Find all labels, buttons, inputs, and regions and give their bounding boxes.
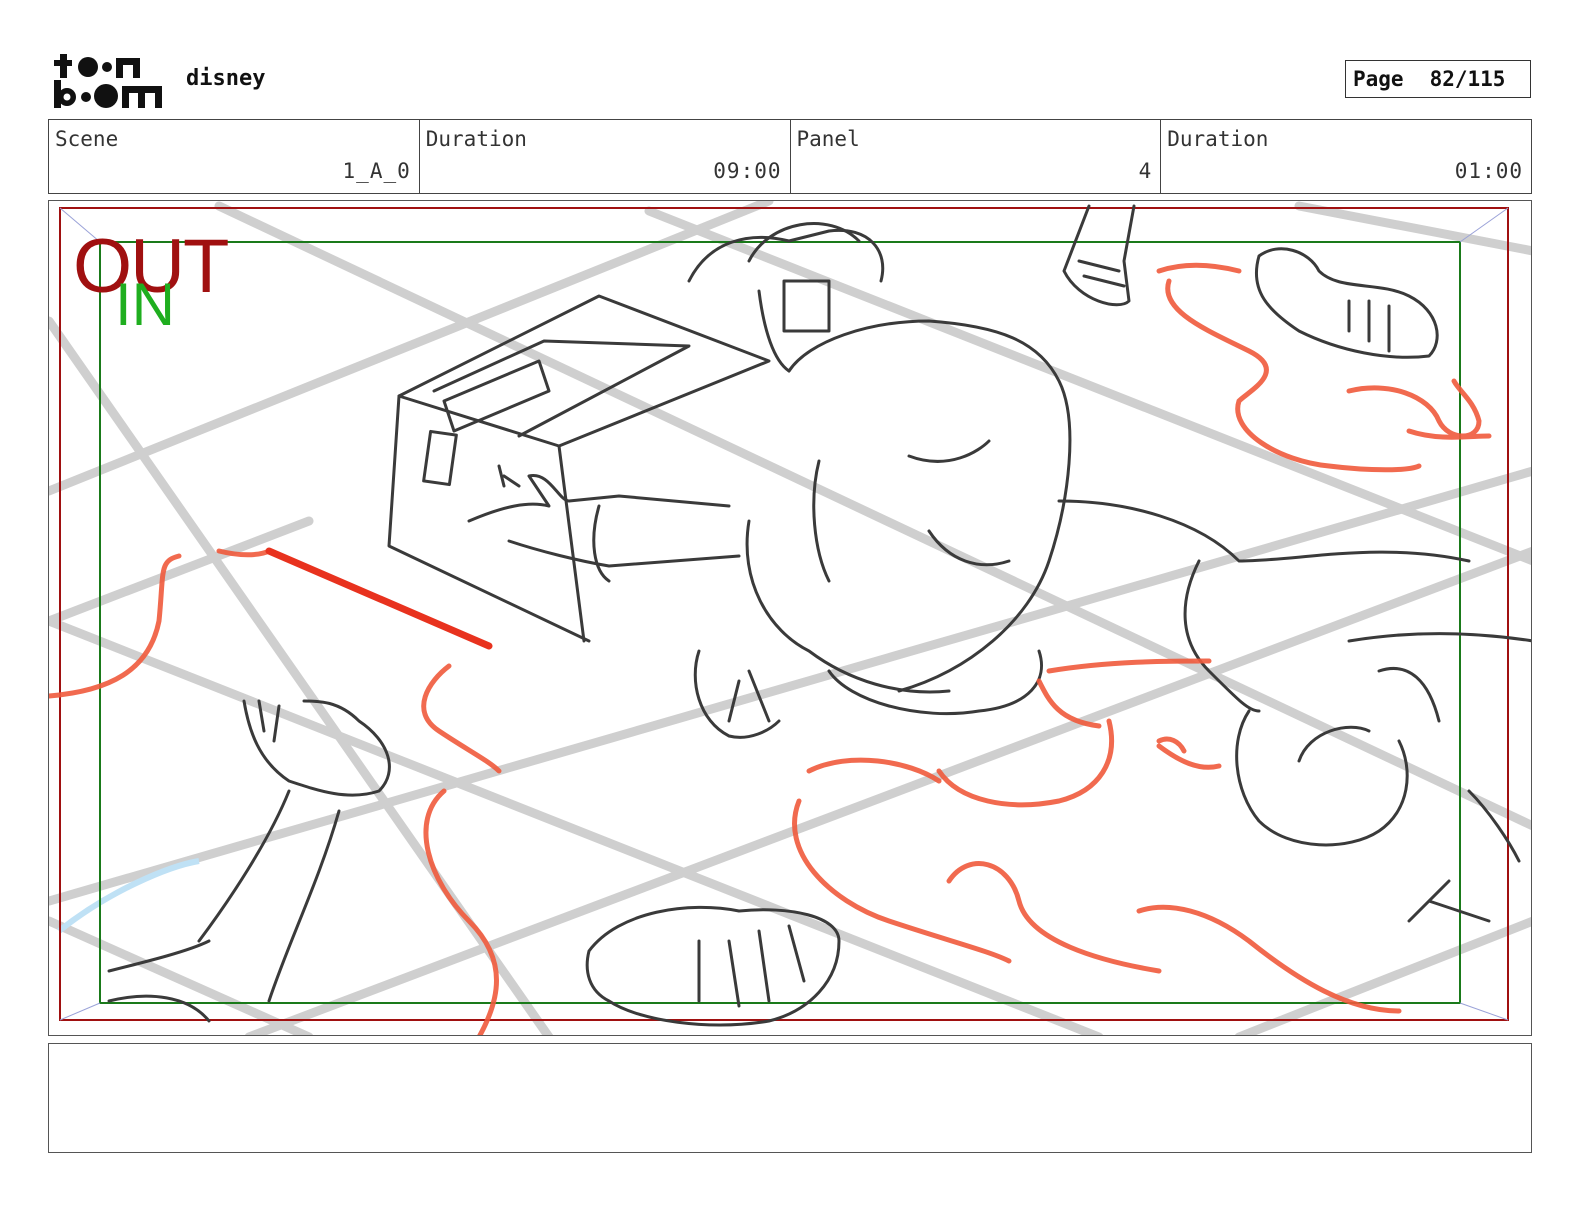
toon-boom-logo: [50, 50, 166, 112]
scene-duration-cell: Duration 09:00: [420, 120, 791, 193]
scene-cell: Scene 1_A_0: [49, 120, 420, 193]
panel-duration-cell: Duration 01:00: [1161, 120, 1531, 193]
panel-duration-label: Duration: [1167, 127, 1269, 151]
project-name: disney: [186, 66, 266, 91]
storyboard-panel: OUT IN: [48, 200, 1532, 1036]
page-number: 82/115: [1429, 67, 1506, 91]
panel-sketch: [49, 201, 1531, 1035]
panel-cell: Panel 4: [791, 120, 1162, 193]
storyboard-info-table: Scene 1_A_0 Duration 09:00 Panel 4 Durat…: [48, 119, 1532, 194]
panel-notes-box[interactable]: [48, 1043, 1532, 1153]
page-label: Page: [1353, 67, 1404, 91]
in-safe-frame-label: IN: [115, 271, 175, 338]
panel-value: 4: [1138, 159, 1153, 183]
page-indicator: Page 82/115: [1345, 60, 1531, 98]
scene-duration-value: 09:00: [713, 159, 782, 183]
scene-duration-label: Duration: [425, 127, 527, 151]
panel-label: Panel: [796, 127, 860, 151]
scene-value: 1_A_0: [342, 159, 411, 183]
panel-duration-value: 01:00: [1454, 159, 1523, 183]
scene-label: Scene: [55, 127, 119, 151]
